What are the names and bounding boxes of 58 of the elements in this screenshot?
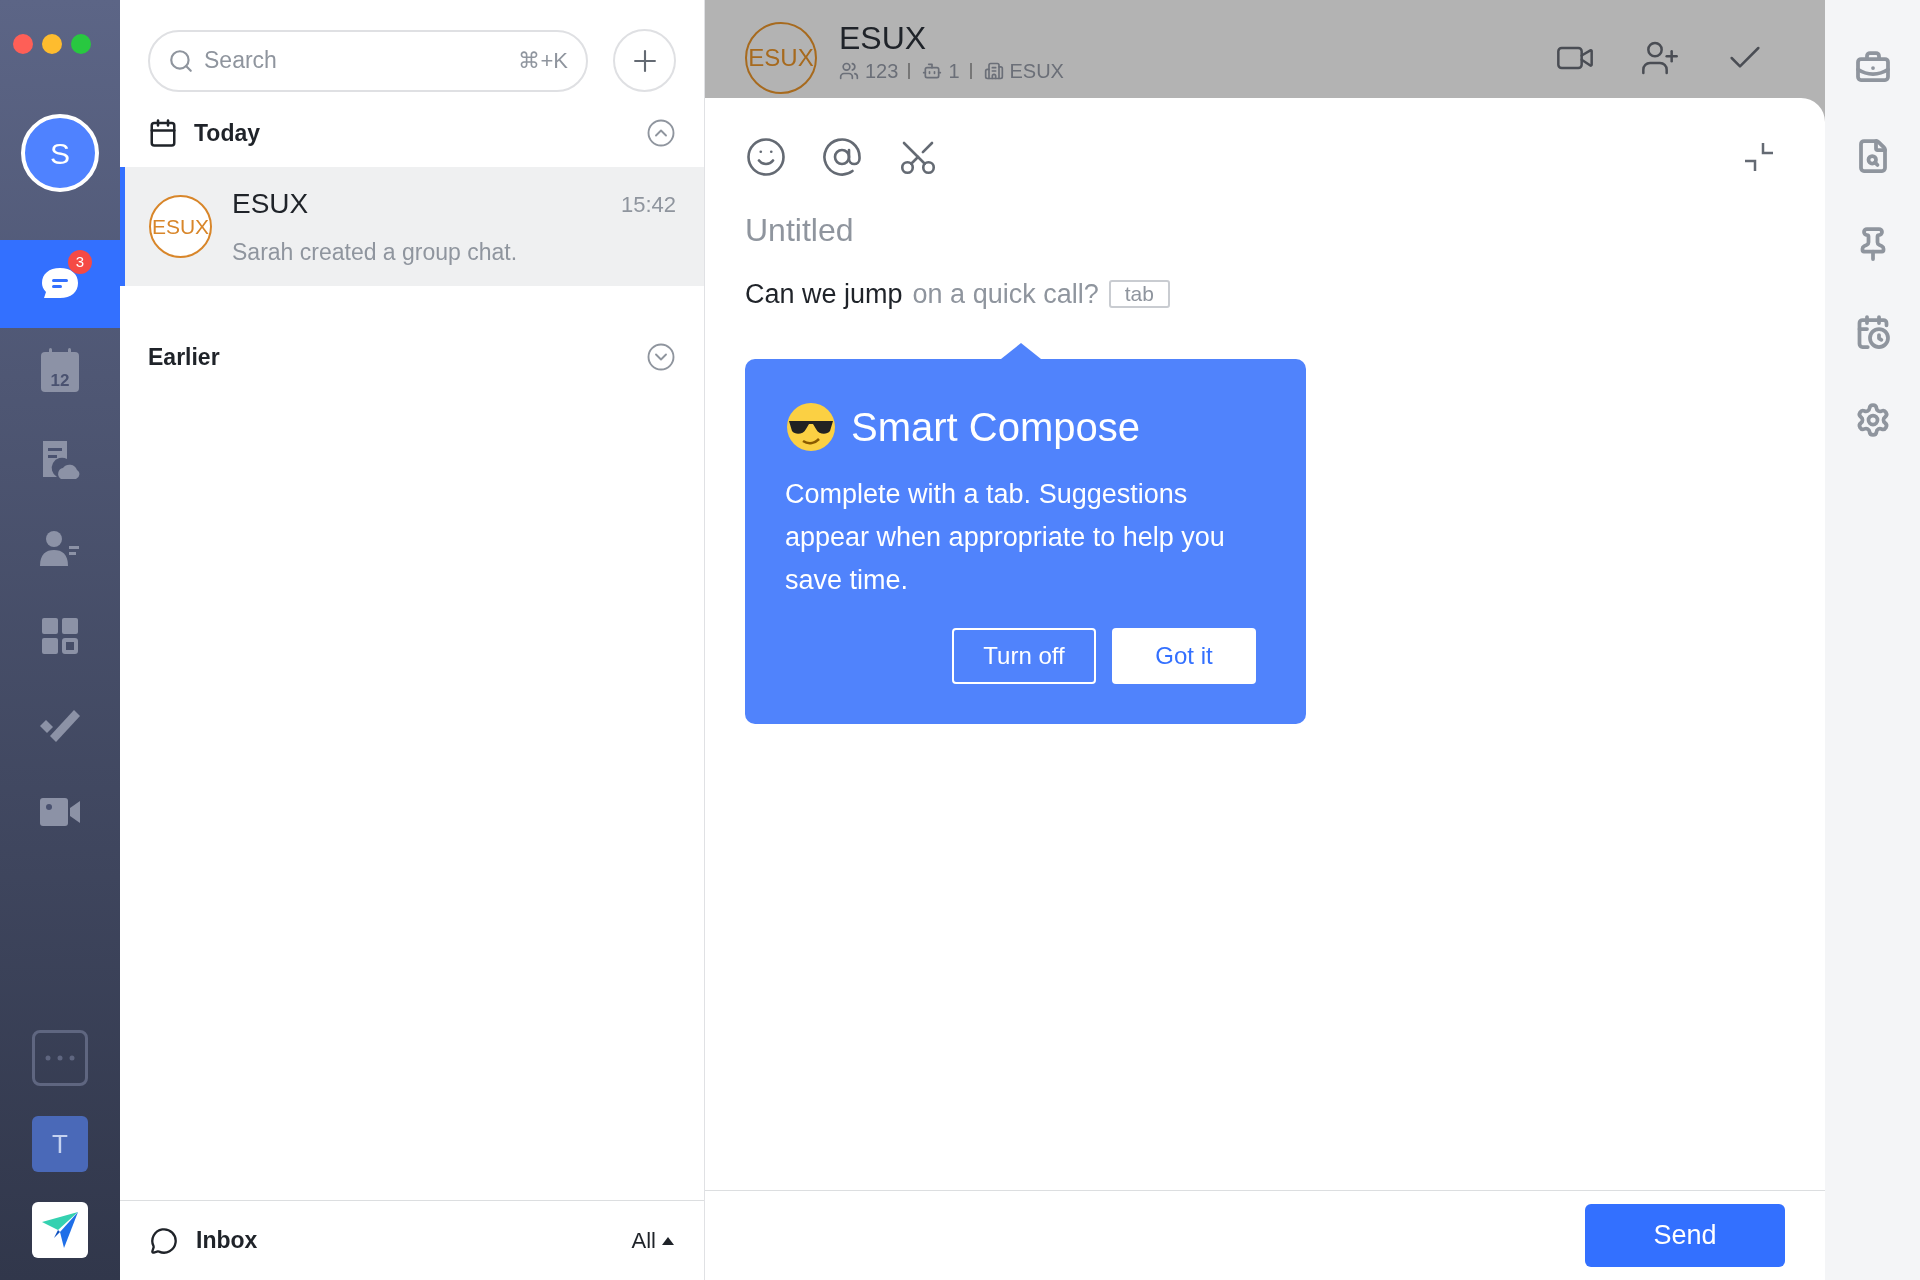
typed-text: Can we jump: [745, 278, 903, 311]
video-camera-icon: [38, 796, 82, 828]
filter-dropdown[interactable]: All: [631, 1224, 674, 1257]
calendar-icon: [148, 118, 178, 148]
calendar-date: 12: [50, 372, 70, 389]
user-avatar[interactable]: S: [21, 114, 99, 192]
chat-name: ESUX: [232, 187, 309, 222]
inbox-label: Inbox: [196, 1226, 259, 1256]
expand-icon: [646, 342, 676, 372]
tip-button[interactable]: Got it: [1112, 627, 1256, 684]
nav-item[interactable]: 12: [0, 328, 120, 416]
apps-grid-icon: [40, 616, 80, 656]
unread-badge: 3: [68, 250, 92, 274]
emoji-icon[interactable]: [745, 136, 787, 178]
minimize-window-button[interactable]: [42, 34, 62, 54]
chat-time: 15:42: [620, 190, 676, 219]
app-logo[interactable]: [32, 1202, 88, 1258]
chat-avatar: ESUX: [149, 195, 212, 258]
search-input[interactable]: Search: [204, 43, 509, 78]
sunglasses-emoji-icon: [785, 400, 837, 453]
members-icon: [839, 61, 859, 81]
chat-meta: ESUX: [1009, 59, 1064, 84]
search-icon: [168, 47, 194, 74]
title-field[interactable]: Untitled: [745, 206, 1785, 254]
more-icon: [45, 1055, 75, 1061]
building-icon: [983, 61, 1004, 81]
zoom-window-button[interactable]: [71, 34, 91, 54]
chat-preview: Sarah created a group chat.: [232, 238, 519, 268]
close-window-button[interactable]: [13, 34, 33, 54]
send-button[interactable]: Send: [1585, 1204, 1785, 1267]
tip-button[interactable]: Turn off: [952, 627, 1096, 684]
tab-key-hint: tab: [1108, 280, 1170, 309]
section-header[interactable]: Earlier: [120, 336, 704, 378]
suggested-text: on a quick call?: [912, 278, 1099, 311]
section-header[interactable]: Today: [120, 112, 704, 154]
collapse-editor-icon[interactable]: [1743, 141, 1775, 173]
chat-avatar: ESUX: [745, 22, 817, 94]
contacts-icon: [38, 528, 82, 568]
section-title: Earlier: [148, 342, 221, 372]
more-apps-button[interactable]: [32, 1030, 88, 1086]
section-title: Today: [194, 118, 262, 148]
shortcut-hint: ⌘+K: [518, 47, 568, 75]
chat-title: ESUX: [839, 19, 928, 58]
chat-meta: 123: [865, 59, 899, 84]
tip-body: Complete with a tab. Suggestions appear when appropriate to help you save time.: [785, 477, 1226, 597]
new-chat-button[interactable]: [613, 29, 676, 92]
message-field[interactable]: Can we jump on a quick call? tab: [745, 274, 1785, 315]
search-field[interactable]: Search ⌘+K: [148, 29, 588, 92]
nav-item[interactable]: 3: [0, 240, 120, 328]
caret-icon: [662, 1236, 674, 1245]
robot-icon: [922, 61, 943, 81]
chat-list-item[interactable]: ESUX ESUX 15:42 Sarah created a group chat.: [120, 167, 704, 286]
chat-meta: 1: [948, 59, 960, 84]
workspace-tile[interactable]: T: [32, 1116, 88, 1172]
mention-icon[interactable]: [821, 136, 863, 178]
collapse-icon: [646, 118, 676, 148]
inbox-icon: [150, 1226, 178, 1255]
tip-title: Smart Compose: [851, 403, 1140, 451]
